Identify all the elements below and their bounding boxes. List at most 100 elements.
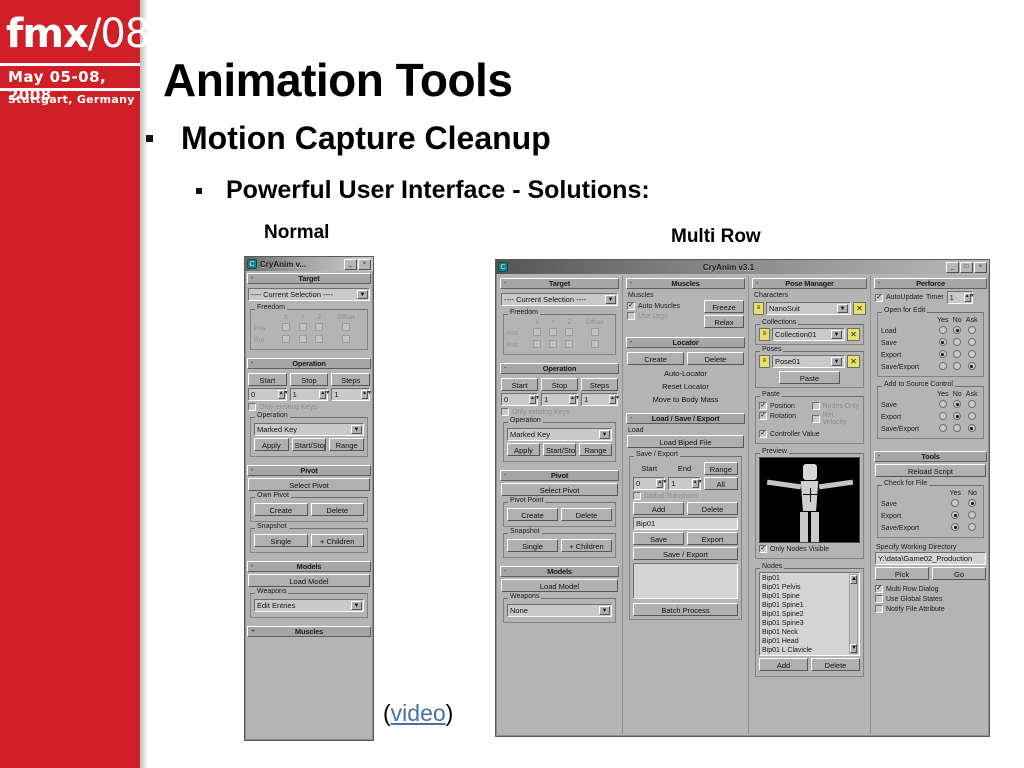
sc-export-yes-radio[interactable] [938,412,947,420]
expand-icon[interactable]: + [251,627,255,636]
spinner-arrows-icon[interactable]: ▲▼ [361,390,372,399]
export-yes-radio[interactable] [938,350,947,358]
go-directory-button[interactable]: Go [932,567,986,580]
spinner-arrows-icon[interactable]: ▲▼ [529,395,540,404]
list-icon[interactable]: ≡ [753,302,764,315]
rollout-pivot[interactable]: - Pivot [500,470,619,481]
sc-save-no-radio[interactable] [953,400,962,408]
rollout-muscles[interactable]: + Muscles [247,626,371,637]
select-pivot-button[interactable]: Select Pivot [501,483,618,496]
cf-save-export-no-radio[interactable] [968,523,977,531]
export-button[interactable]: Export [687,532,738,545]
collapse-icon[interactable]: - [878,279,880,288]
delete-node-button[interactable]: Delete [687,502,738,515]
cf-save-yes-radio[interactable] [951,499,960,507]
spinner-arrows-icon[interactable]: ▲▼ [277,390,289,399]
rollout-target[interactable]: - Target [247,273,371,284]
stop-spinner[interactable]: 1 ▲▼ [541,393,580,406]
normal-window-titlebar[interactable]: C CryAnim v... _ × [245,257,373,271]
create-pivot-button[interactable]: Create [254,503,308,516]
pick-directory-button[interactable]: Pick [875,567,929,580]
poses-dropdown[interactable]: Pose01 ▼ [772,355,845,368]
end-spinner[interactable]: 1 ▲▼ [668,477,703,490]
load-model-button[interactable]: Load Model [248,574,370,587]
save-export-no-radio[interactable] [953,362,962,370]
start-spinner[interactable]: 0 ▲▼ [501,393,540,406]
start-button[interactable]: Start [501,378,538,391]
rollout-models[interactable]: - Models [500,566,619,577]
list-item[interactable]: Bip01 Spine [762,592,857,601]
sc-save-ask-radio[interactable] [967,400,976,408]
collapse-icon[interactable]: - [630,338,632,347]
list-item[interactable]: Bip01 Spine1 [762,601,857,610]
rollout-tools[interactable]: - Tools [874,451,987,462]
rollout-muscles[interactable]: - Muscles [626,278,745,289]
delete-x-icon[interactable]: ✕ [847,328,860,341]
delete-node-button[interactable]: Delete [811,658,860,671]
cf-save-export-yes-radio[interactable] [951,523,960,531]
use-global-states-checkbox[interactable]: Use Global States [875,595,986,603]
auto-locator-button[interactable]: Auto-Locator [627,367,744,380]
chevron-down-icon[interactable]: ▼ [351,601,362,610]
save-export-ask-radio[interactable] [967,362,976,370]
snapshot-children-button[interactable]: + Children [561,539,612,552]
rot-offset-checkbox[interactable] [590,340,599,348]
all-button[interactable]: All [703,477,738,490]
load-no-radio[interactable] [953,326,962,334]
collapse-icon[interactable]: - [251,274,253,283]
range-button[interactable]: Range [329,438,365,451]
snapshot-children-button[interactable]: + Children [310,534,364,547]
close-icon[interactable]: × [974,261,987,273]
weapons-dropdown[interactable]: Edit Entries ▼ [254,599,364,612]
global-transform-checkbox[interactable]: Global Transform [633,492,738,500]
batch-process-button[interactable]: Batch Process [633,603,738,616]
only-existing-keys-checkbox[interactable]: Only existing Keys [248,403,370,411]
paste-rel-velocity-checkbox[interactable]: Rel. Velocity [811,412,861,426]
list-item[interactable]: Bip01 [762,574,857,583]
list-item[interactable]: Bip01 Spine2 [762,610,857,619]
start-button[interactable]: Start [248,373,287,386]
create-pivot-button[interactable]: Create [507,508,558,521]
paste-rotation-checkbox[interactable]: ✓ Rotation [759,412,808,420]
pos-z-checkbox[interactable] [315,323,324,331]
notify-file-attribute-checkbox[interactable]: Notify File Attribute [875,605,986,613]
rot-z-checkbox[interactable] [315,335,324,343]
start-spinner[interactable]: 0 ▲▼ [248,388,289,401]
stop-spinner[interactable]: 1 ▲▼ [289,388,330,401]
delete-x-icon[interactable]: ✕ [853,302,866,315]
rot-z-checkbox[interactable] [565,340,574,348]
pos-offset-checkbox[interactable] [590,328,599,336]
nodes-list-scrollbar[interactable]: ▲ ▼ [849,574,858,654]
chevron-down-icon[interactable]: ▼ [831,357,842,366]
range-button[interactable]: Range [579,443,612,456]
nodes-list[interactable]: Bip01 Bip01 Pelvis Bip01 Spine Bip01 Spi… [759,572,860,656]
chevron-down-icon[interactable]: ▼ [831,330,842,339]
list-item[interactable]: Bip01 Head [762,637,857,646]
reload-script-button[interactable]: Reload Script [875,464,986,477]
operation-dropdown[interactable]: Marked Key ▼ [507,428,612,441]
pos-x-checkbox[interactable] [281,323,290,331]
relax-button[interactable]: Relax [704,315,744,328]
auto-update-checkbox[interactable]: ✓ AutoUpdate [875,293,923,302]
multi-row-dialog-checkbox[interactable]: ✓ Multi Row Dialog [875,585,986,593]
rot-x-checkbox[interactable] [533,340,542,348]
start-stop-button[interactable]: Start/Stop [543,443,576,456]
reset-locator-button[interactable]: Reset Locator [627,380,744,393]
spinner-arrows-icon[interactable]: ▲▼ [319,390,330,399]
sc-export-ask-radio[interactable] [967,412,976,420]
save-no-radio[interactable] [953,338,962,346]
collapse-icon[interactable]: - [504,279,506,288]
delete-pivot-button[interactable]: Delete [310,503,364,516]
save-ask-radio[interactable] [967,338,976,346]
characters-dropdown[interactable]: NanoSuit ▼ [766,302,851,315]
start-spinner[interactable]: 0 ▲▼ [633,477,667,490]
list-item[interactable]: Bip01 Pelvis [762,583,857,592]
paste-nodes-only-checkbox[interactable]: Nodes Only [811,402,861,410]
rollout-pose-manager[interactable]: - Pose Manager [752,278,867,289]
save-export-yes-radio[interactable] [938,362,947,370]
delete-x-icon[interactable]: ✕ [847,355,860,368]
spinner-arrows-icon[interactable]: ▲▼ [569,395,580,404]
node-name-field[interactable]: Bip01 [633,517,738,530]
minimize-icon[interactable]: _ [344,258,357,270]
chevron-down-icon[interactable]: ▼ [599,430,610,439]
